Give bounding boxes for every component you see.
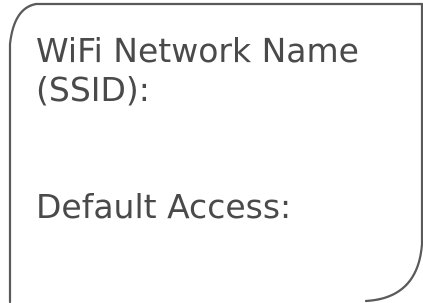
- ssid-label: WiFi Network Name (SSID):: [36, 31, 359, 109]
- ssid-label-line2: (SSID):: [36, 70, 150, 109]
- default-access-label: Default Access:: [36, 187, 292, 226]
- ssid-label-line1: WiFi Network Name: [36, 31, 359, 70]
